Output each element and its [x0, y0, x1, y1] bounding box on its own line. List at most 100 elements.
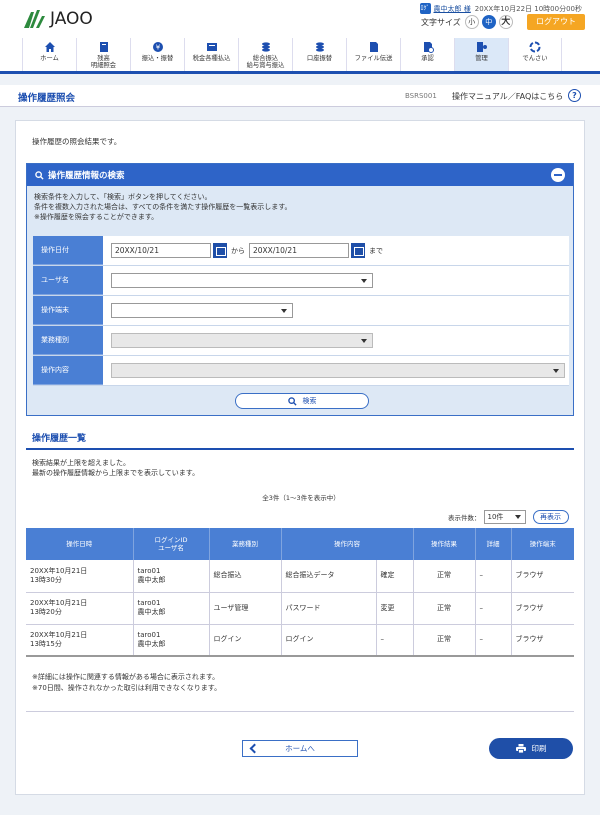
login-time: 20XX年10月22日 10時00分00秒 — [474, 4, 582, 13]
user-name-link[interactable]: 農中太郎 様 — [434, 4, 471, 14]
screen-id: BSRS001 — [405, 92, 437, 100]
search-desc-line: ※操作履歴を照会することができます。 — [34, 213, 159, 221]
cell-action: 確定 — [376, 560, 414, 593]
form-label: 業務種別 — [33, 326, 103, 355]
nav-item-payroll[interactable]: 総合振込 給与賞与振込 — [238, 38, 292, 71]
per-page-select[interactable]: 10件 — [483, 510, 526, 524]
transfer-icon: ¥ — [152, 42, 163, 52]
per-page-control: 表示件数： 10件 再表示 — [448, 510, 569, 524]
business-type-select[interactable] — [111, 333, 373, 348]
form-label: 操作端末 — [33, 296, 103, 325]
home-icon — [44, 42, 55, 52]
cell-login: taro01 農中太郎 — [133, 560, 210, 593]
nav-item-home[interactable]: ホーム — [22, 38, 76, 71]
nav-item-debit[interactable]: 口座振替 — [292, 38, 346, 71]
form-cell — [103, 296, 569, 325]
ja-logo-icon — [24, 10, 45, 28]
font-size-large-button[interactable]: 大 — [498, 15, 513, 29]
page-title: 操作履歴照会 — [18, 93, 76, 104]
logo-text: JAOO — [50, 9, 93, 29]
form-label: 操作内容 — [33, 356, 103, 385]
top-header: JAOO ﾛｸﾞ 農中太郎 様 20XX年10月22日 10時00分00秒 文字… — [0, 0, 600, 38]
logout-button[interactable]: ログアウト — [527, 14, 585, 30]
form-row-date: 操作日付 20XX/10/21 から 20XX/10/21 まで — [33, 236, 569, 266]
print-button-label: 印刷 — [531, 744, 547, 753]
payroll-icon — [261, 42, 270, 52]
nav-label: ファイル伝送 — [354, 55, 393, 62]
redisplay-button[interactable]: 再表示 — [532, 510, 569, 524]
list-divider — [26, 448, 574, 450]
footer-divider — [26, 711, 574, 712]
nav-item-file[interactable]: ファイル伝送 — [346, 38, 400, 71]
user-select[interactable] — [111, 273, 373, 288]
date-suffix-label: まで — [369, 246, 383, 255]
list-desc-line: 検索結果が上限を超えました。 — [32, 459, 130, 467]
global-nav: ホーム 残高 明細照会 ¥ 振込・振替 税金各種払込 総合振込 給与賞与振込 口… — [0, 38, 600, 74]
cell-result: 正常 — [413, 624, 476, 657]
search-panel-header[interactable]: 操作履歴情報の検索 — [27, 164, 573, 186]
print-button[interactable]: 印刷 — [489, 738, 573, 759]
date-from-input[interactable]: 20XX/10/21 — [111, 243, 211, 258]
nav-label: 振込・振替 — [141, 55, 174, 62]
nav-label: 管理 — [475, 55, 488, 62]
search-desc-line: 検索条件を入力して、「検索」ボタンを押してください。 — [34, 193, 212, 201]
table-row: 20XX年10月21日 13時30分 taro01 農中太郎 総合振込 総合振込… — [26, 560, 574, 593]
cell-detail: – — [475, 592, 512, 625]
cell-datetime: 20XX年10月21日 13時20分 — [26, 592, 134, 625]
svg-text:¥: ¥ — [155, 44, 160, 52]
chevron-left-icon — [249, 743, 260, 754]
form-label: ユーザ名 — [33, 266, 103, 295]
nav-label: ホーム — [40, 55, 59, 62]
cell-terminal: ブラウザ — [511, 592, 574, 625]
ja-logo[interactable]: JAOO — [22, 8, 93, 30]
search-form: 操作日付 20XX/10/21 から 20XX/10/21 まで ユーザ名 操作… — [33, 236, 569, 386]
nav-item-tax[interactable]: 税金各種払込 — [184, 38, 238, 71]
nav-label: 総合振込 給与賞与振込 — [246, 55, 285, 69]
collapse-icon[interactable] — [551, 168, 565, 182]
list-title: 操作履歴一覧 — [32, 434, 87, 444]
calendar-icon[interactable] — [351, 243, 365, 258]
cell-terminal: ブラウザ — [511, 624, 574, 657]
nav-item-balance[interactable]: 残高 明細照会 — [76, 38, 130, 71]
operation-content-select[interactable] — [111, 363, 565, 378]
terminal-select[interactable] — [111, 303, 293, 318]
nav-item-densai[interactable]: でんさい — [508, 38, 562, 71]
tax-icon — [206, 43, 217, 51]
form-row-business: 業務種別 — [33, 326, 569, 356]
approval-icon — [423, 42, 434, 53]
font-size-medium-button[interactable]: 中 — [481, 15, 496, 29]
form-cell: 20XX/10/21 から 20XX/10/21 まで — [103, 236, 569, 265]
result-count: 全3件（1～3件を表示中） — [262, 494, 340, 502]
nav-label: 残高 明細照会 — [90, 55, 117, 69]
per-page-label: 表示件数： — [448, 514, 481, 522]
cell-result: 正常 — [413, 592, 476, 625]
cell-terminal: ブラウザ — [511, 560, 574, 593]
search-button-label: 検索 — [302, 397, 317, 405]
column-header: 操作日時 — [26, 528, 134, 560]
form-cell — [103, 356, 569, 385]
home-button-label: ホームへ — [285, 744, 315, 753]
home-button[interactable]: ホームへ — [242, 740, 358, 757]
font-size-small-button[interactable]: 小 — [464, 15, 479, 29]
table-header-row: 操作日時 ログインID ユーザ名 業務種別 操作内容 操作結果 詳細 操作端末 — [26, 528, 574, 560]
form-cell — [103, 266, 569, 295]
user-info: ﾛｸﾞ 農中太郎 様 20XX年10月22日 10時00分00秒 — [419, 3, 582, 14]
font-size-label: 文字サイズ — [421, 17, 461, 27]
form-label: 操作日付 — [33, 236, 103, 265]
file-icon — [369, 42, 378, 52]
help-icon[interactable]: ? — [568, 89, 581, 102]
nav-label: 口座振替 — [306, 55, 333, 62]
notes: ※詳細には操作に関連する情報がある場合に表示されます。 ※70日間、操作されなか… — [32, 672, 221, 694]
date-to-input[interactable]: 20XX/10/21 — [249, 243, 349, 258]
cell-datetime: 20XX年10月21日 13時30分 — [26, 560, 134, 593]
column-header: 操作内容 — [281, 528, 414, 560]
nav-item-transfer[interactable]: ¥ 振込・振替 — [130, 38, 184, 71]
calendar-icon[interactable] — [213, 243, 227, 258]
form-cell — [103, 326, 569, 355]
form-row-user: ユーザ名 — [33, 266, 569, 296]
search-button[interactable]: 検索 — [235, 393, 369, 409]
manual-faq-link[interactable]: 操作マニュアル／FAQはこちら — [452, 91, 563, 102]
nav-item-approval[interactable]: 承認 — [400, 38, 454, 71]
nav-item-admin[interactable]: 管理 — [454, 38, 508, 71]
densai-icon — [529, 41, 541, 53]
